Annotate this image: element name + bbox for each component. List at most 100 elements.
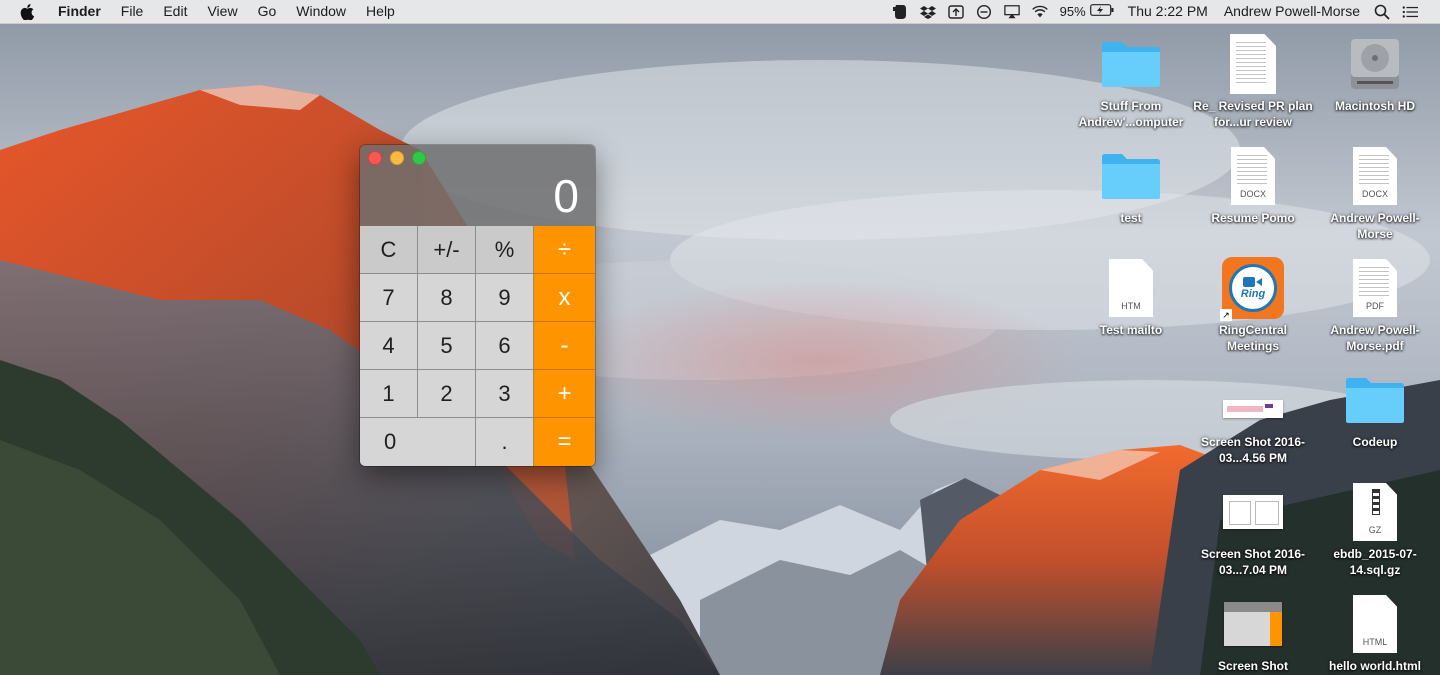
menu-window[interactable]: Window (286, 0, 356, 23)
key-equals[interactable]: = (534, 418, 595, 466)
key-8[interactable]: 8 (418, 274, 476, 322)
key-sign[interactable]: +/- (418, 226, 476, 274)
close-button[interactable] (368, 151, 382, 165)
desktop-icon-revised-pr-plan[interactable]: Re_ Revised PR plan for...ur review (1192, 32, 1314, 130)
desktop-icon-resume-pomo[interactable]: DOCX Resume Pomo (1192, 144, 1314, 226)
desktop-icon-macintosh-hd[interactable]: Macintosh HD (1314, 32, 1436, 114)
menu-view[interactable]: View (197, 0, 247, 23)
key-decimal[interactable]: . (476, 418, 534, 466)
document-icon (1221, 32, 1285, 96)
key-2[interactable]: 2 (418, 370, 476, 418)
desktop-icon-ringcentral-meetings[interactable]: Ring ↗ RingCentral Meetings (1192, 256, 1314, 354)
folder-icon (1343, 368, 1407, 432)
desktop-icon-ebdb-sql-gz[interactable]: GZ ebdb_2015-07-14.sql.gz (1314, 480, 1436, 578)
key-plus[interactable]: + (534, 370, 595, 418)
calculator-keypad: C +/- % ÷ 7 8 9 x 4 5 6 - 1 2 3 + 0 . = (360, 226, 595, 466)
calculator-display: 0 (553, 170, 579, 222)
key-multiply[interactable]: x (534, 274, 595, 322)
desktop-icon-label: Andrew Powell-Morse.pdf (1330, 323, 1420, 353)
key-9[interactable]: 9 (476, 274, 534, 322)
menu-app-finder[interactable]: Finder (48, 0, 111, 23)
screenshot-thumbnail-icon (1221, 480, 1285, 544)
desktop-icon-label: hello world.html (1329, 659, 1421, 673)
key-7[interactable]: 7 (360, 274, 418, 322)
desktop: Finder File Edit View Go Window Help 95%… (0, 0, 1440, 675)
desktop-icon-label: Test mailto (1099, 323, 1163, 337)
file-extension: DOCX (1361, 189, 1388, 199)
menu-file[interactable]: File (111, 0, 154, 23)
apple-logo-icon[interactable] (20, 0, 36, 23)
window-controls (368, 151, 426, 165)
desktop-icon-screen-shot-704[interactable]: Screen Shot 2016-03...7.04 PM (1192, 480, 1314, 578)
docx-file-icon: DOCX (1343, 144, 1407, 208)
desktop-icon-test-mailto[interactable]: HTM Test mailto (1070, 256, 1192, 338)
minimize-button[interactable] (390, 151, 404, 165)
desktop-icon-hello-world-html[interactable]: HTML hello world.html (1314, 592, 1436, 674)
key-0[interactable]: 0 (360, 418, 476, 466)
desktop-icon-label: Re_ Revised PR plan for...ur review (1193, 99, 1313, 129)
menu-clock[interactable]: Thu 2:22 PM (1120, 0, 1216, 23)
wifi-icon[interactable] (1031, 4, 1048, 20)
time-machine-icon[interactable] (947, 4, 964, 20)
key-4[interactable]: 4 (360, 322, 418, 370)
key-1[interactable]: 1 (360, 370, 418, 418)
do-not-disturb-icon[interactable] (976, 4, 992, 20)
battery-status[interactable]: 95% (1060, 4, 1114, 20)
key-clear[interactable]: C (360, 226, 418, 274)
desktop-icon-label: Screen Shot 2016-03...7.04 PM (1200, 547, 1306, 577)
battery-percent: 95% (1059, 4, 1086, 19)
menu-bar: Finder File Edit View Go Window Help 95%… (0, 0, 1440, 24)
key-5[interactable]: 5 (418, 322, 476, 370)
desktop-icon-stuff-from-andrew[interactable]: Stuff From Andrew'...omputer (1070, 32, 1192, 130)
hard-drive-icon (1343, 32, 1407, 96)
ringcentral-app-word: Ring (1240, 288, 1266, 300)
desktop-icon-test-folder[interactable]: test (1070, 144, 1192, 226)
key-percent[interactable]: % (476, 226, 534, 274)
html-file-icon: HTML (1343, 592, 1407, 656)
pdf-file-icon: PDF (1343, 256, 1407, 320)
key-divide[interactable]: ÷ (534, 226, 595, 274)
desktop-icon-label: Screen Shot (1217, 659, 1289, 673)
folder-icon (1099, 32, 1163, 96)
zoom-button[interactable] (412, 151, 426, 165)
key-minus[interactable]: - (534, 322, 595, 370)
desktop-icon-andrew-powell-morse-pdf[interactable]: PDF Andrew Powell-Morse.pdf (1314, 256, 1436, 354)
menu-go[interactable]: Go (248, 0, 287, 23)
desktop-icon-screen-shot-calculator[interactable]: Screen Shot (1192, 592, 1314, 674)
desktop-icon-screen-shot-456[interactable]: Screen Shot 2016-03...4.56 PM (1192, 368, 1314, 466)
desktop-icon-label: ebdb_2015-07-14.sql.gz (1333, 547, 1417, 577)
screenshot-thumbnail-icon (1221, 368, 1285, 432)
desktop-icon-codeup[interactable]: Codeup (1314, 368, 1436, 450)
key-6[interactable]: 6 (476, 322, 534, 370)
file-extension: GZ (1368, 525, 1382, 535)
alias-arrow-icon: ↗ (1220, 309, 1232, 321)
notification-center-icon[interactable] (1402, 4, 1418, 20)
desktop-icon-label: Resume Pomo (1211, 211, 1295, 225)
menu-edit[interactable]: Edit (153, 0, 197, 23)
file-extension: DOCX (1239, 189, 1266, 199)
key-3[interactable]: 3 (476, 370, 534, 418)
menu-help[interactable]: Help (356, 0, 405, 23)
calculator-window[interactable]: 0 C +/- % ÷ 7 8 9 x 4 5 6 - 1 2 3 + 0 . … (360, 145, 595, 466)
evernote-icon[interactable] (892, 4, 908, 20)
folder-icon (1099, 144, 1163, 208)
screenshot-thumbnail-icon (1221, 592, 1285, 656)
menu-user-name[interactable]: Andrew Powell-Morse (1216, 0, 1368, 23)
desktop-icon-andrew-powell-morse-docx[interactable]: DOCX Andrew Powell-Morse (1314, 144, 1436, 242)
airplay-icon[interactable] (1003, 4, 1020, 20)
desktop-icon-label: Codeup (1352, 435, 1398, 449)
dropbox-icon[interactable] (919, 4, 936, 20)
desktop-icon-label: Screen Shot 2016-03...4.56 PM (1200, 435, 1306, 465)
file-extension: HTM (1121, 301, 1141, 311)
gz-archive-icon: GZ (1343, 480, 1407, 544)
video-camera-icon (1243, 277, 1262, 287)
spotlight-icon[interactable] (1374, 4, 1390, 20)
htm-file-icon: HTM (1099, 256, 1163, 320)
desktop-icon-label: Stuff From Andrew'...omputer (1078, 99, 1184, 129)
desktop-icon-label: test (1120, 211, 1142, 225)
desktop-icon-label: RingCentral Meetings (1218, 323, 1287, 353)
file-extension: PDF (1366, 301, 1384, 311)
docx-file-icon: DOCX (1221, 144, 1285, 208)
desktop-icon-label: Andrew Powell-Morse (1330, 211, 1420, 241)
ringcentral-app-icon: Ring ↗ (1220, 256, 1285, 321)
